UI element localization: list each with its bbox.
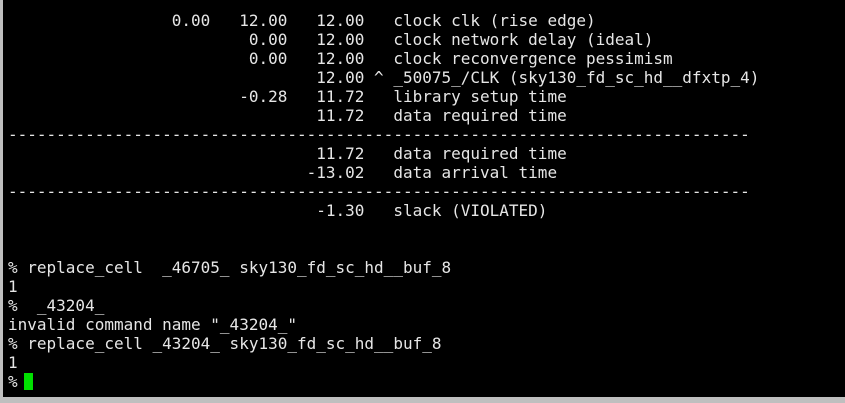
command-line: % _43204_ (8, 296, 105, 315)
prompt-symbol: % (8, 372, 18, 391)
terminal-window[interactable]: 0.00 12.00 12.00 clock clk (rise edge) 0… (0, 0, 845, 403)
prompt-line[interactable]: % (8, 372, 33, 391)
output-line: -13.02 data arrival time (8, 163, 558, 182)
command-line: % replace_cell _43204_ sky130_fd_sc_hd__… (8, 334, 442, 353)
command-line: % replace_cell _46705_ sky130_fd_sc_hd__… (8, 258, 452, 277)
separator-line: ----------------------------------------… (8, 125, 750, 144)
output-line: 1 (8, 353, 18, 372)
output-line: 11.72 data required time (8, 106, 567, 125)
output-line: 0.00 12.00 clock reconvergence pessimism (8, 49, 673, 68)
error-line: invalid command name "_43204_" (8, 315, 297, 334)
output-line: 0.00 12.00 12.00 clock clk (rise edge) (8, 11, 596, 30)
output-line: 1 (8, 277, 18, 296)
separator-line: ----------------------------------------… (8, 182, 750, 201)
output-line: 11.72 data required time (8, 144, 567, 163)
slack-line: -1.30 slack (VIOLATED) (8, 201, 548, 220)
output-line: 12.00 ^ _50075_/CLK (sky130_fd_sc_hd__df… (8, 68, 760, 87)
output-line: 0.00 12.00 clock network delay (ideal) (8, 30, 654, 49)
output-line: -0.28 11.72 library setup time (8, 87, 567, 106)
text-cursor (23, 373, 33, 390)
